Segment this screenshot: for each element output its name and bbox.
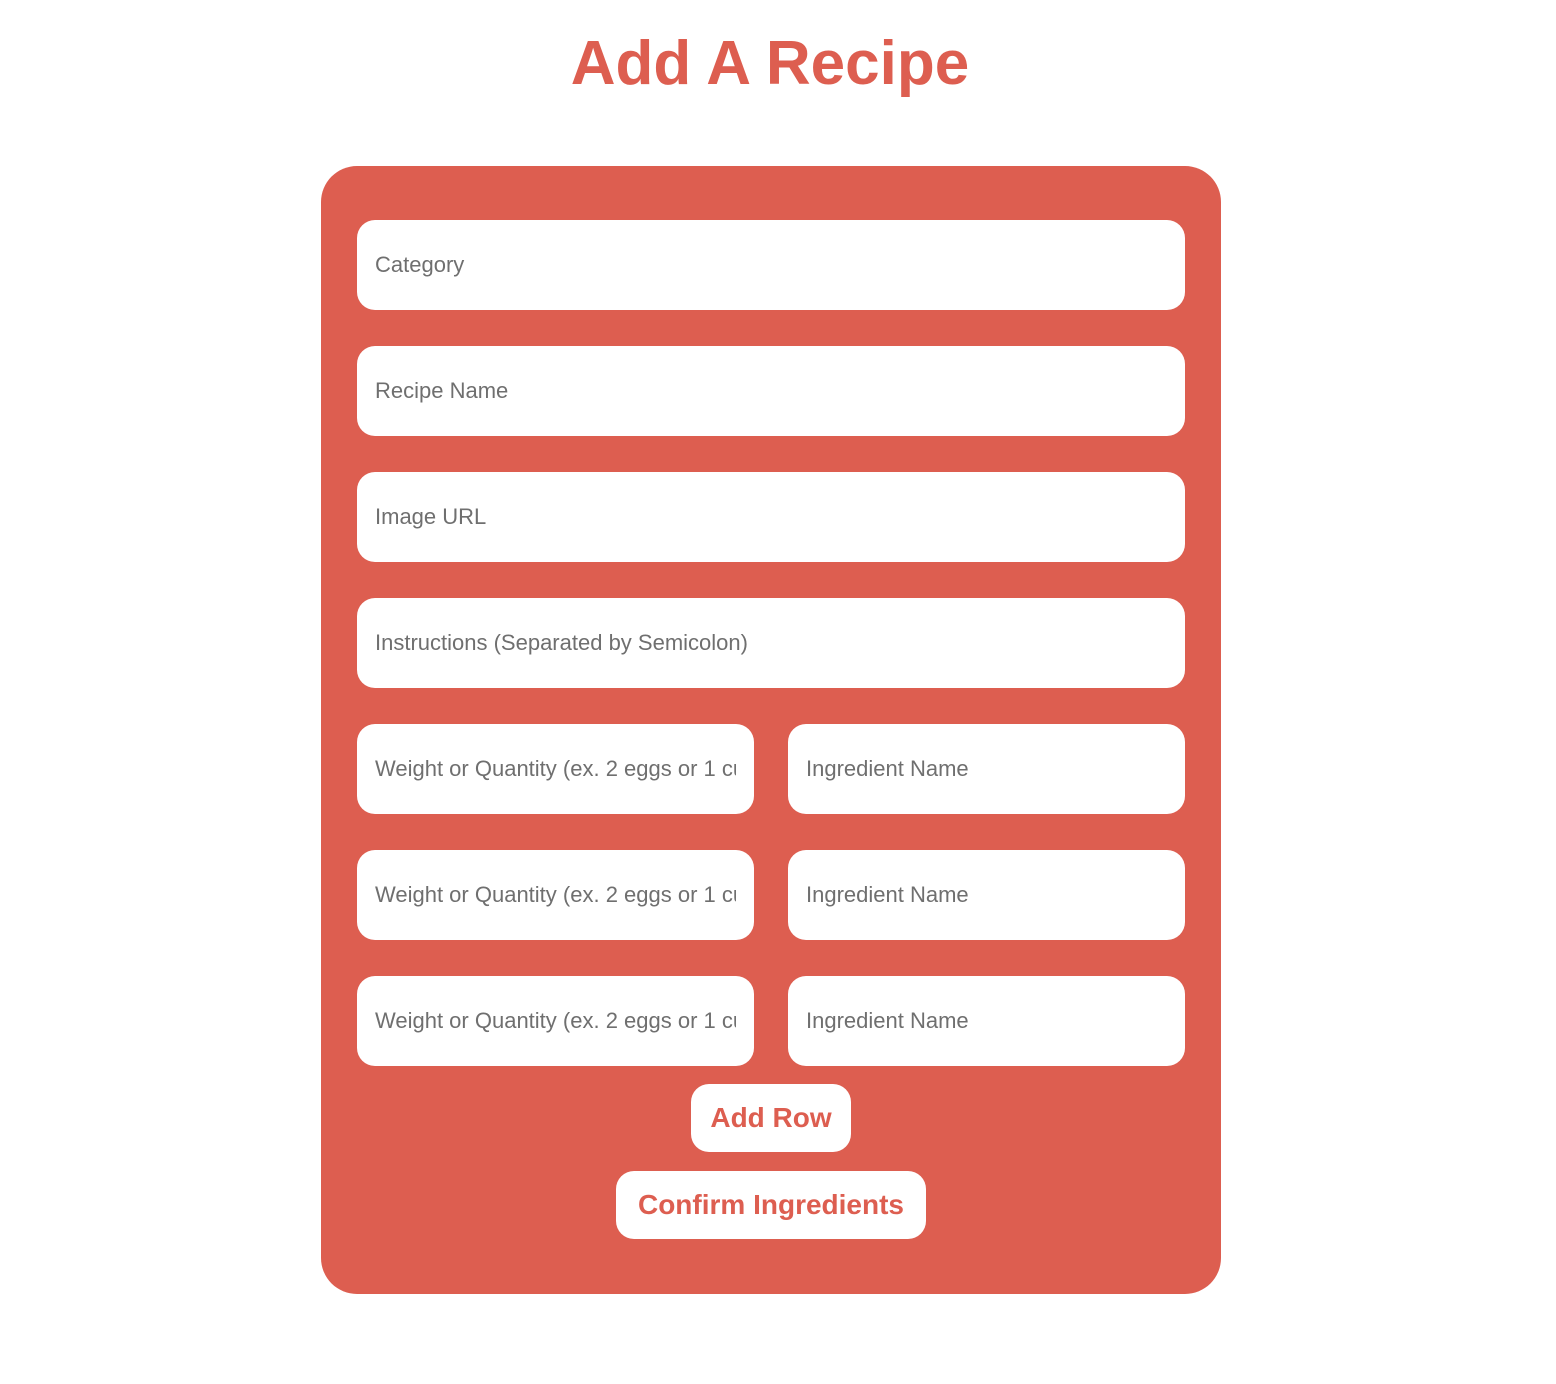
ingredient-name-input-3[interactable] bbox=[788, 976, 1185, 1066]
ingredient-name-input-1[interactable] bbox=[788, 724, 1185, 814]
recipe-name-input[interactable] bbox=[357, 346, 1185, 436]
add-recipe-form: Add Row Confirm Ingredients bbox=[321, 166, 1221, 1294]
ingredient-quantity-input-1[interactable] bbox=[357, 724, 754, 814]
page-title: Add A Recipe bbox=[570, 29, 970, 98]
ingredient-quantity-input-3[interactable] bbox=[357, 976, 754, 1066]
instructions-input[interactable] bbox=[357, 598, 1185, 688]
confirm-ingredients-button[interactable]: Confirm Ingredients bbox=[616, 1171, 926, 1239]
page: Add A Recipe Add Row Confirm Ingredients bbox=[0, 0, 1556, 1384]
add-row-button[interactable]: Add Row bbox=[691, 1084, 851, 1152]
ingredient-name-input-2[interactable] bbox=[788, 850, 1185, 940]
category-input[interactable] bbox=[357, 220, 1185, 310]
image-url-input[interactable] bbox=[357, 472, 1185, 562]
ingredient-quantity-input-2[interactable] bbox=[357, 850, 754, 940]
